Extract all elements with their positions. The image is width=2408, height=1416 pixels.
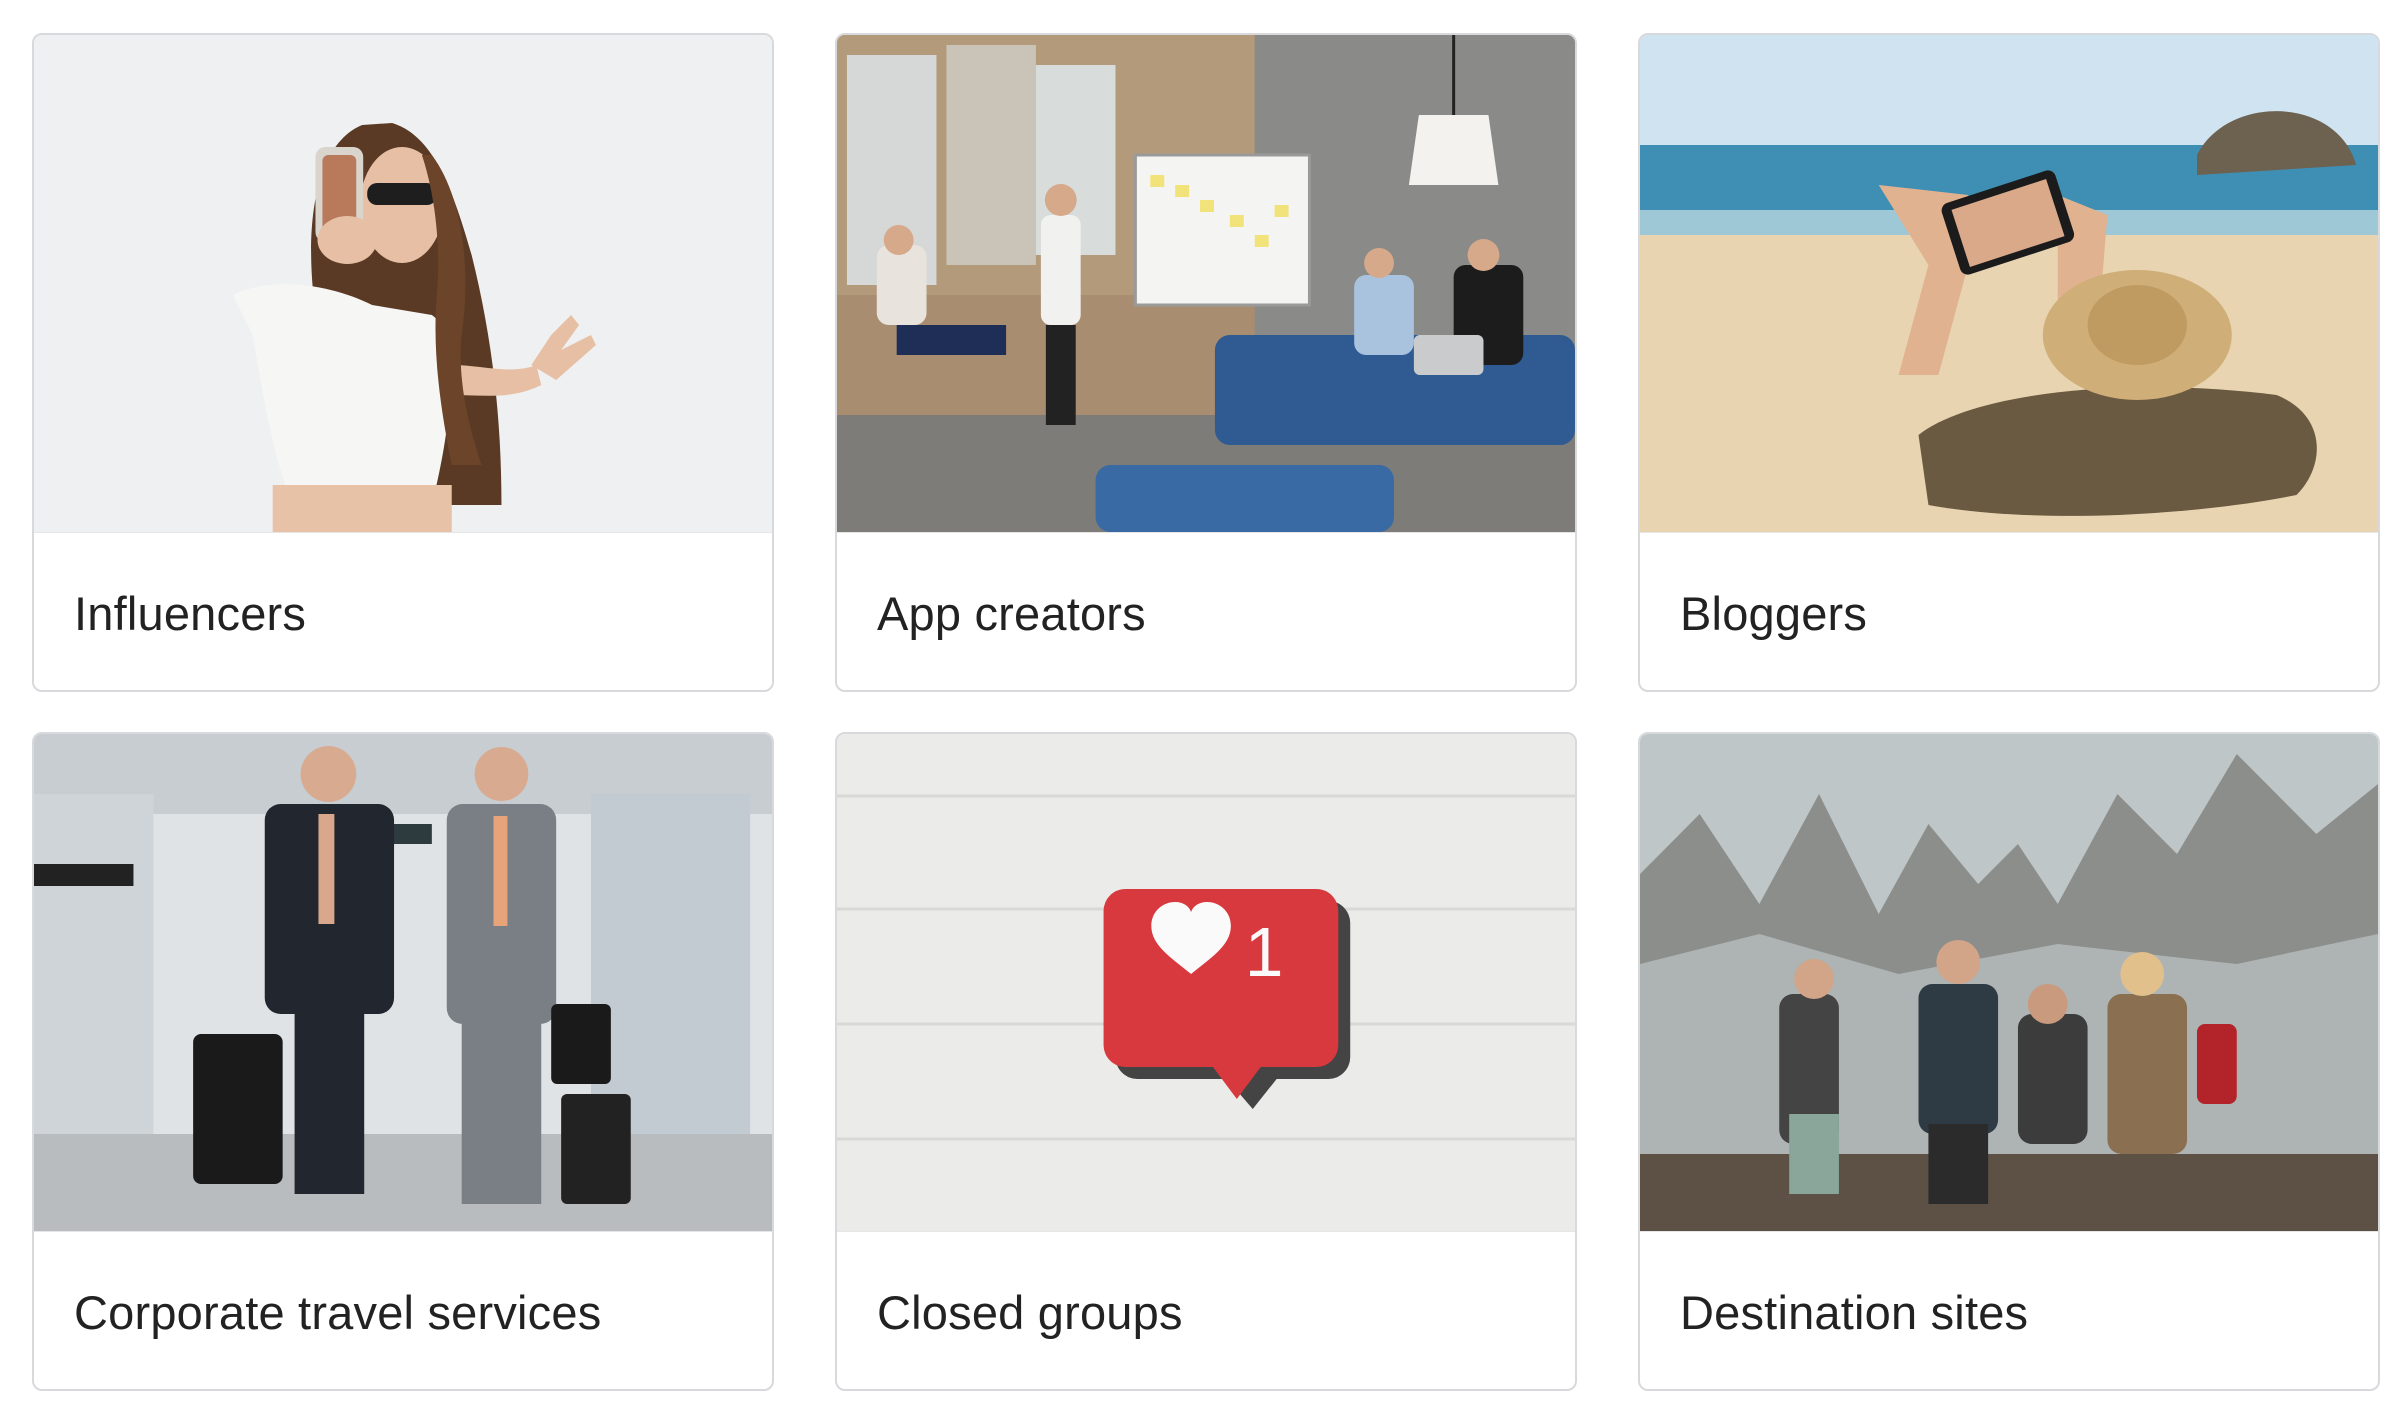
card-title: Corporate travel services xyxy=(74,1286,602,1339)
card-app-creators[interactable]: App creators xyxy=(835,33,1577,692)
card-corporate-travel-services[interactable]: Corporate travel services xyxy=(32,732,774,1391)
businessmen-in-airport-image xyxy=(34,734,772,1231)
card-closed-groups[interactable]: 1 Closed groups xyxy=(835,732,1577,1391)
card-body: Destination sites xyxy=(1640,1231,2378,1389)
card-body: Corporate travel services xyxy=(34,1231,772,1389)
person-on-beach-with-tablet-image xyxy=(1640,35,2378,532)
woman-taking-selfie-image xyxy=(34,35,772,532)
card-body: Closed groups xyxy=(837,1231,1575,1389)
card-title: Influencers xyxy=(74,587,307,640)
card-body: Bloggers xyxy=(1640,532,2378,690)
card-bloggers[interactable]: Bloggers xyxy=(1638,33,2380,692)
card-body: App creators xyxy=(837,532,1575,690)
hikers-in-mountains-image xyxy=(1640,734,2378,1231)
audience-card-grid: Influencers App creators Bloggers Corpor… xyxy=(32,33,2380,1391)
card-influencers[interactable]: Influencers xyxy=(32,33,774,692)
card-title: App creators xyxy=(877,587,1146,640)
card-title: Destination sites xyxy=(1680,1286,2029,1339)
like-notification-on-brick-wall-image: 1 xyxy=(837,734,1575,1231)
card-title: Bloggers xyxy=(1680,587,1868,640)
card-title: Closed groups xyxy=(877,1286,1183,1339)
card-body: Influencers xyxy=(34,532,772,690)
card-destination-sites[interactable]: Destination sites xyxy=(1638,732,2380,1391)
team-meeting-whiteboard-image xyxy=(837,35,1575,532)
svg-text:1: 1 xyxy=(1245,913,1284,991)
